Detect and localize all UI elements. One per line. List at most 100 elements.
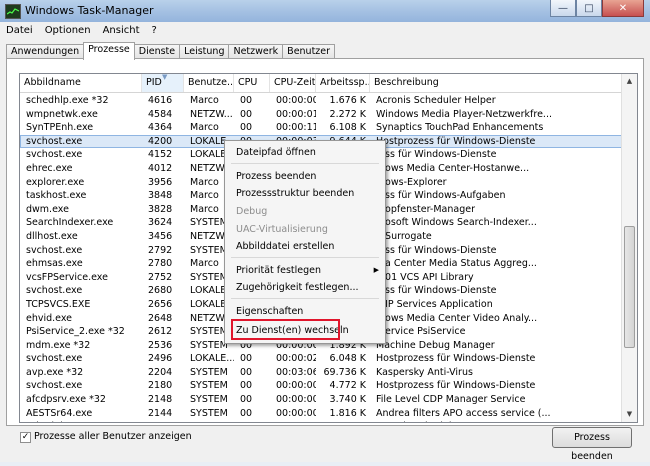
cell-pid: 4152	[148, 149, 173, 161]
menu-bar: Datei Optionen Ansicht ?	[0, 22, 650, 38]
cell-name: svchost.exe	[26, 285, 83, 297]
context-menu-item[interactable]: Priorität festlegen ▶	[225, 262, 385, 279]
cell-description: File Level CDP Manager Service	[376, 394, 526, 406]
cell-cpu: 00	[240, 108, 253, 120]
cell-description: Acronis Scheduler 2	[370, 420, 622, 422]
cell-memory: 1.816 K	[329, 407, 366, 419]
table-row[interactable]: afcdpsrv.exe *32 2148 SYSTEM 00 00:00:00 3.74…	[20, 393, 622, 407]
context-menu-item[interactable]: Prozess beenden	[225, 168, 385, 185]
cell-name: schedul2.exe	[20, 420, 142, 422]
table-row[interactable]: avp.exe *32 2204 SYSTEM 00 00:03:06 69.736 K K…	[20, 366, 622, 380]
tab-leistung[interactable]: Leistung	[179, 44, 230, 59]
cell-pid: 2204	[148, 366, 173, 378]
end-process-button[interactable]: Prozess beenden	[552, 427, 632, 462]
menu-ansicht[interactable]: Ansicht	[97, 25, 146, 36]
cell-description: ...a Center Media Status Aggreg...	[376, 258, 537, 270]
tab-dienste[interactable]: Dienste	[133, 44, 181, 59]
table-row[interactable]: wmpnetwk.exe 4584 NETZW... 00 00:00:01 2.272 …	[20, 108, 622, 122]
cell-name: ehrec.exe	[26, 162, 73, 174]
cell-cpu: 00	[240, 407, 253, 419]
scroll-up-icon[interactable]: ▲	[622, 74, 637, 89]
col-cpu-zeit[interactable]: CPU-Zeit	[270, 74, 316, 92]
tab-netzwerk[interactable]: Netzwerk	[228, 44, 284, 59]
table-row[interactable]: AESTSr64.exe 2144 SYSTEM 00 00:00:00 1.816 KA…	[20, 407, 622, 421]
table-row[interactable]: SynTPEnh.exe 4364 Marco 00 00:00:11 6.108 K Sy…	[20, 121, 622, 135]
cell-memory: 6.108 K	[329, 122, 366, 134]
cell-description: Hostprozess für Windows-Dienste	[376, 353, 536, 365]
cell-description: ...ss für Windows-Dienste	[376, 285, 497, 297]
col-abbildname[interactable]: Abbildname	[20, 74, 142, 92]
cell-name: afcdpsrv.exe *32	[26, 394, 106, 406]
cell-pid: 2180	[148, 380, 173, 392]
show-all-users-checkbox[interactable]: ✓	[20, 432, 31, 443]
cell-user: Marco	[190, 95, 219, 106]
tab-anwendungen[interactable]: Anwendungen	[6, 44, 85, 59]
cell-user: SYSTEM	[184, 420, 234, 422]
scroll-down-icon[interactable]: ▼	[622, 407, 637, 422]
col-arbeitsspeicher[interactable]: Arbeitssp...	[316, 74, 370, 92]
cell-name: svchost.exe	[26, 353, 83, 365]
table-row[interactable]: svchost.exe 2180 SYSTEM 00 00:00:00 4.772 K Ho…	[20, 379, 622, 393]
col-beschreibung[interactable]: Beschreibung	[370, 74, 622, 92]
cell-cpu-time: 00:00:01	[276, 108, 316, 120]
cell-name: dllhost.exe	[26, 230, 78, 242]
table-row[interactable]: schedul2.exe2060SYSTEM0000:00:001.836 KA…	[20, 420, 622, 422]
cell-pid: 3828	[148, 203, 173, 215]
cell-memory: 6.048 K	[329, 353, 366, 365]
cell-name: dwm.exe	[26, 203, 69, 215]
scroll-thumb[interactable]	[624, 226, 635, 348]
cell-name: PsiService_2.exe *32	[26, 326, 125, 338]
cell-name: svchost.exe	[26, 135, 83, 147]
menu-separator	[231, 298, 379, 299]
menu-datei[interactable]: Datei	[0, 25, 39, 36]
cell-memory: 69.736 K	[323, 366, 367, 378]
context-menu-item[interactable]: Zugehörigkeit festlegen...	[225, 279, 385, 296]
context-menu-item-label: Prozessstruktur beenden	[236, 188, 355, 199]
vertical-scrollbar[interactable]: ▲ ▼	[621, 74, 637, 422]
menu-optionen[interactable]: Optionen	[39, 25, 97, 36]
cell-pid: 2144	[148, 407, 173, 419]
window-title: Windows Task-Manager	[25, 4, 154, 17]
menu-help[interactable]: ?	[146, 25, 163, 36]
cell-description: ...ervice PsiService	[376, 326, 466, 338]
cell-description: Hostprozess für Windows-Dienste	[376, 135, 536, 147]
col-benutzer[interactable]: Benutze...	[184, 74, 234, 92]
context-menu-item[interactable]: Dateipfad öffnen	[225, 144, 385, 161]
cell-pid: 2780	[148, 258, 173, 270]
cell-pid: 2680	[148, 285, 173, 297]
context-menu-item[interactable]: Eigenschaften	[225, 303, 385, 320]
table-row[interactable]: schedhlp.exe *32 4616 Marco 00 00:00:00 1.676…	[20, 94, 622, 108]
cell-cpu: 00	[240, 95, 253, 106]
cell-description: Kaspersky Anti-Virus	[376, 366, 473, 378]
cell-user: SYSTEM	[190, 407, 228, 419]
cell-name: avp.exe *32	[26, 366, 84, 378]
cell-cpu-time: 00:03:06	[276, 366, 316, 378]
submenu-arrow-icon: ▶	[373, 266, 379, 274]
context-menu-item-label: Dateipfad öffnen	[236, 147, 316, 158]
cell-description: ...ss für Windows-Dienste	[376, 149, 497, 161]
cell-name: mdm.exe *32	[26, 339, 91, 351]
tab-prozesse[interactable]: Prozesse	[83, 42, 135, 60]
col-pid[interactable]: ▼ PID	[142, 74, 184, 92]
cell-pid: 2496	[148, 353, 173, 365]
table-row[interactable]: svchost.exe 2496 LOKALE... 00 00:00:02 6.048 …	[20, 352, 622, 366]
tab-benutzer[interactable]: Benutzer	[282, 44, 336, 59]
close-button[interactable]: ✕	[602, 0, 644, 17]
maximize-button[interactable]: □	[576, 0, 602, 17]
cell-name: SynTPEnh.exe	[26, 122, 94, 134]
context-menu-item[interactable]: Prozessstruktur beenden	[225, 185, 385, 202]
cell-user: Marco	[190, 122, 219, 134]
col-cpu[interactable]: CPU	[234, 74, 270, 92]
column-header: Abbildname ▼ PID Benutze... CPU CPU-Zeit …	[20, 74, 622, 93]
cell-memory: 1.836 K	[316, 420, 370, 422]
cell-name: vcsFPService.exe	[26, 271, 108, 283]
cell-description: Andrea filters APO access service (...	[376, 407, 551, 419]
show-all-users-label: Prozesse aller Benutzer anzeigen	[34, 431, 192, 442]
cell-pid: 2656	[148, 298, 173, 310]
context-menu-item-label: Debug	[236, 206, 268, 217]
cell-name: ehmsas.exe	[26, 258, 83, 270]
context-menu-item-label: Eigenschaften	[236, 306, 304, 317]
minimize-button[interactable]: —	[550, 0, 576, 17]
cell-pid: 2536	[148, 339, 173, 351]
context-menu-item[interactable]: Abbilddatei erstellen	[225, 238, 385, 255]
